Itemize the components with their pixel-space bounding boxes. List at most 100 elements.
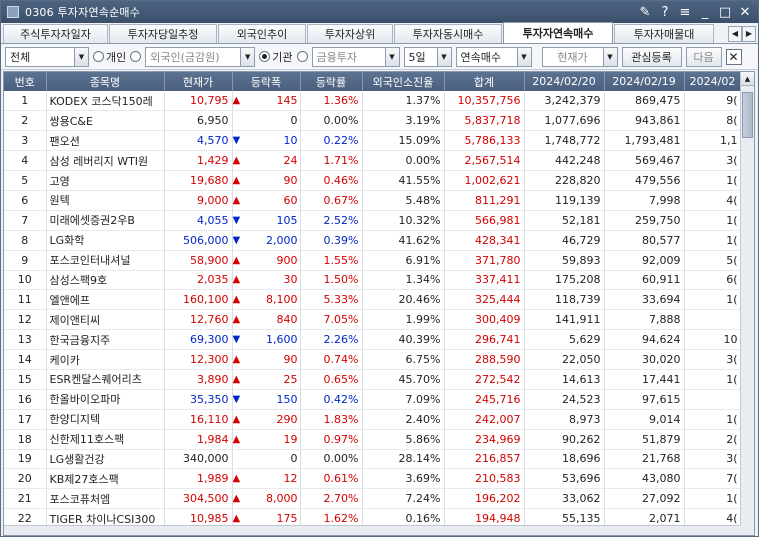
next-button[interactable]: 다음 — [685, 46, 722, 67]
cell-name[interactable]: 한양디지텍 — [46, 409, 165, 430]
table-row[interactable]: 10 삼성스팩9호 2,035 ▲ 30 1.50% 1.34% 337,411 175,208… — [4, 270, 742, 291]
radio-institution-circle[interactable] — [259, 51, 271, 62]
cell-name[interactable]: 한올바이오파마 — [46, 389, 165, 410]
col-date-3[interactable]: 2024/02 — [684, 72, 742, 91]
radio-foreign[interactable] — [130, 51, 142, 62]
cell-change-value: 19 — [283, 432, 298, 446]
foreign-select[interactable]: 외국인(금감원) ▼ — [145, 46, 256, 67]
col-change[interactable]: 등락폭 — [232, 72, 301, 91]
table-row[interactable]: 11 엘앤에프 160,100 ▲ 8,100 5.33% 20.46% 325,444 118… — [4, 289, 742, 311]
tab-investor-volume[interactable]: 투자자매물대 — [614, 24, 714, 43]
cell-name[interactable]: 포스코인터내셔널 — [46, 250, 165, 271]
table-row[interactable]: 7 미래에셋증권2우B 4,055 ▼ 105 2.52% 10.32% 566,981 52,… — [4, 210, 742, 231]
pin-icon[interactable]: ✎ — [638, 5, 652, 20]
cell-name[interactable]: KODEX 코스닥150레 — [46, 91, 165, 112]
table-row[interactable]: 6 원텍 9,000 ▲ 60 0.67% 5.48% 811,291 119,139 7,998… — [4, 190, 742, 211]
cell-foreign-ratio: 6.75% — [362, 349, 445, 370]
tab-investor-top[interactable]: 투자자상위 — [307, 24, 393, 43]
table-row[interactable]: 3 팬오션 4,570 ▼ 10 0.22% 15.09% 5,786,133 1,748,77… — [4, 130, 742, 152]
menu-icon[interactable]: ≡ — [678, 5, 692, 20]
minimize-icon[interactable]: _ — [698, 5, 712, 20]
table-row[interactable]: 17 한양디지텍 16,110 ▲ 290 1.83% 2.40% 242,007 8,973 9… — [4, 409, 742, 430]
radio-investor-type[interactable] — [296, 51, 308, 62]
radio-individual-circle[interactable] — [93, 51, 104, 62]
help-icon[interactable]: ? — [658, 5, 672, 20]
cell-name[interactable]: 고영 — [46, 170, 165, 191]
cell-name[interactable]: 한국금융지주 — [46, 329, 165, 351]
table-row[interactable]: 4 삼성 레버리지 WTI원 1,429 ▲ 24 1.71% 0.00% 2,567,514… — [4, 150, 742, 172]
table-row[interactable]: 9 포스코인터내셔널 58,900 ▲ 900 1.55% 6.91% 371,780 59,8… — [4, 250, 742, 271]
table-row[interactable]: 16 한올바이오파마 35,350 ▼ 150 0.42% 7.09% 245,716 24,5… — [4, 389, 742, 410]
cell-name[interactable]: LG화학 — [46, 230, 165, 251]
cell-name[interactable]: ESR켄달스퀘어리츠 — [46, 369, 165, 390]
cell-name[interactable]: 포스코퓨처엠 — [46, 488, 165, 510]
cell-name[interactable]: LG생활건강 — [46, 449, 165, 470]
scroll-up-icon[interactable]: ▲ — [741, 72, 754, 86]
horizontal-scrollbar[interactable] — [4, 525, 741, 535]
cell-price: 1,989 — [164, 468, 233, 490]
cell-name[interactable]: 원텍 — [46, 190, 165, 211]
maximize-icon[interactable]: □ — [718, 5, 732, 20]
col-rate[interactable]: 등락률 — [300, 72, 363, 91]
cell-name[interactable]: 제이앤티씨 — [46, 309, 165, 331]
window-title: 0306 투자자연속순매수 — [25, 6, 141, 19]
cell-price: 6,950 — [164, 110, 233, 132]
table-row[interactable]: 12 제이앤티씨 12,760 ▲ 840 7.05% 1.99% 300,409 141,91… — [4, 309, 742, 331]
col-date-2[interactable]: 2024/02/19 — [604, 72, 685, 91]
radio-investor-type-circle[interactable] — [296, 51, 308, 62]
cell-name[interactable]: 미래에셋증권2우B — [46, 210, 165, 231]
table-row[interactable]: 1 KODEX 코스닥150레 10,795 ▲ 145 1.36% 1.37% 10,357… — [4, 91, 742, 112]
cell-name[interactable]: 케이카 — [46, 349, 165, 370]
market-select[interactable]: 전체 ▼ — [5, 46, 89, 67]
tab-investor-consecutive[interactable]: 투자자연속매수 — [503, 22, 613, 43]
cell-name[interactable]: 신한제11호스팩 — [46, 429, 165, 450]
radio-foreign-circle[interactable] — [130, 51, 142, 62]
col-sum[interactable]: 합계 — [444, 72, 525, 91]
table-row[interactable]: 13 한국금융지주 69,300 ▼ 1,600 2.26% 40.39% 296,741 5,… — [4, 329, 742, 351]
table-row[interactable]: 8 LG화학 506,000 ▼ 2,000 0.39% 41.62% 428,341 46,7… — [4, 230, 742, 251]
table-row[interactable]: 20 KB제27호스팩 1,989 ▲ 12 0.61% 3.69% 210,583 53,69… — [4, 468, 742, 490]
table-row[interactable]: 2 쌍용C&E 6,950 0 0.00% 3.19% 5,837,718 1,077,696… — [4, 110, 742, 132]
cell-name[interactable]: KB제27호스팩 — [46, 468, 165, 490]
col-name[interactable]: 종목명 — [46, 72, 165, 91]
cell-change-value: 60 — [283, 193, 298, 207]
cell-no: 15 — [4, 369, 47, 390]
watch-register-button[interactable]: 관심등록 — [621, 46, 682, 67]
tab-prev-icon[interactable]: ◀ — [728, 25, 742, 42]
filter-toolbar: 전체 ▼ 개인 외국인(금감원) ▼ 기관 금융투자 ▼ 5일 ▼ 연속매수 ▼… — [1, 44, 758, 70]
price-select[interactable]: 현재가 ▼ — [541, 46, 618, 67]
tab-investor-estimate[interactable]: 투자자당일추정 — [109, 24, 217, 43]
tab-foreign-trend[interactable]: 외국인추이 — [218, 24, 306, 43]
table-row[interactable]: 5 고영 19,680 ▲ 90 0.46% 41.55% 1,002,621 228,820 4… — [4, 170, 742, 191]
investor-type-select[interactable]: 금융투자 ▼ — [311, 46, 400, 67]
table-row[interactable]: 21 포스코퓨처엠 304,500 ▲ 8,000 2.70% 7.24% 196,202 33… — [4, 488, 742, 510]
table-row[interactable]: 14 케이카 12,300 ▲ 90 0.74% 6.75% 288,590 22,050 30,… — [4, 349, 742, 370]
col-foreign-ratio[interactable]: 외국인소진율 — [362, 72, 445, 91]
cell-name[interactable]: 삼성 레버리지 WTI원 — [46, 150, 165, 172]
table-row[interactable]: 18 신한제11호스팩 1,984 ▲ 19 0.97% 5.86% 234,969 90,26… — [4, 429, 742, 450]
close-panel-icon[interactable]: ✕ — [725, 48, 742, 65]
cell-change-value: 900 — [276, 253, 298, 267]
tab-investor-daily[interactable]: 주식투자자일자 — [3, 24, 108, 43]
cell-name[interactable]: 삼성스팩9호 — [46, 270, 165, 291]
cell-name[interactable]: 쌍용C&E — [46, 110, 165, 132]
radio-institution[interactable]: 기관 — [259, 49, 293, 65]
cell-name[interactable]: 팬오션 — [46, 130, 165, 152]
mode-select[interactable]: 연속매수 ▼ — [455, 46, 532, 67]
col-no[interactable]: 번호 — [4, 72, 47, 91]
col-price[interactable]: 현재가 — [164, 72, 233, 91]
up-arrow-icon: ▲ — [232, 433, 241, 445]
cell-change: ▲ 90 — [232, 349, 301, 370]
vertical-scrollbar[interactable]: ▲ — [740, 72, 754, 535]
close-icon[interactable]: ✕ — [738, 5, 752, 20]
tab-investor-simultaneous[interactable]: 투자자동시매수 — [394, 24, 502, 43]
period-select[interactable]: 5일 ▼ — [403, 46, 452, 67]
scroll-thumb[interactable] — [742, 92, 753, 138]
table-row[interactable]: 19 LG생활건강 340,000 0 0.00% 28.14% 216,857 18,696… — [4, 449, 742, 470]
cell-name[interactable]: 엘앤에프 — [46, 289, 165, 311]
table-row[interactable]: 15 ESR켄달스퀘어리츠 3,890 ▲ 25 0.65% 45.70% 272,542 14… — [4, 369, 742, 390]
radio-individual[interactable]: 개인 — [93, 49, 126, 65]
tab-next-icon[interactable]: ▶ — [742, 25, 756, 42]
col-date-1[interactable]: 2024/02/20 — [524, 72, 605, 91]
up-arrow-icon: ▲ — [232, 493, 241, 505]
